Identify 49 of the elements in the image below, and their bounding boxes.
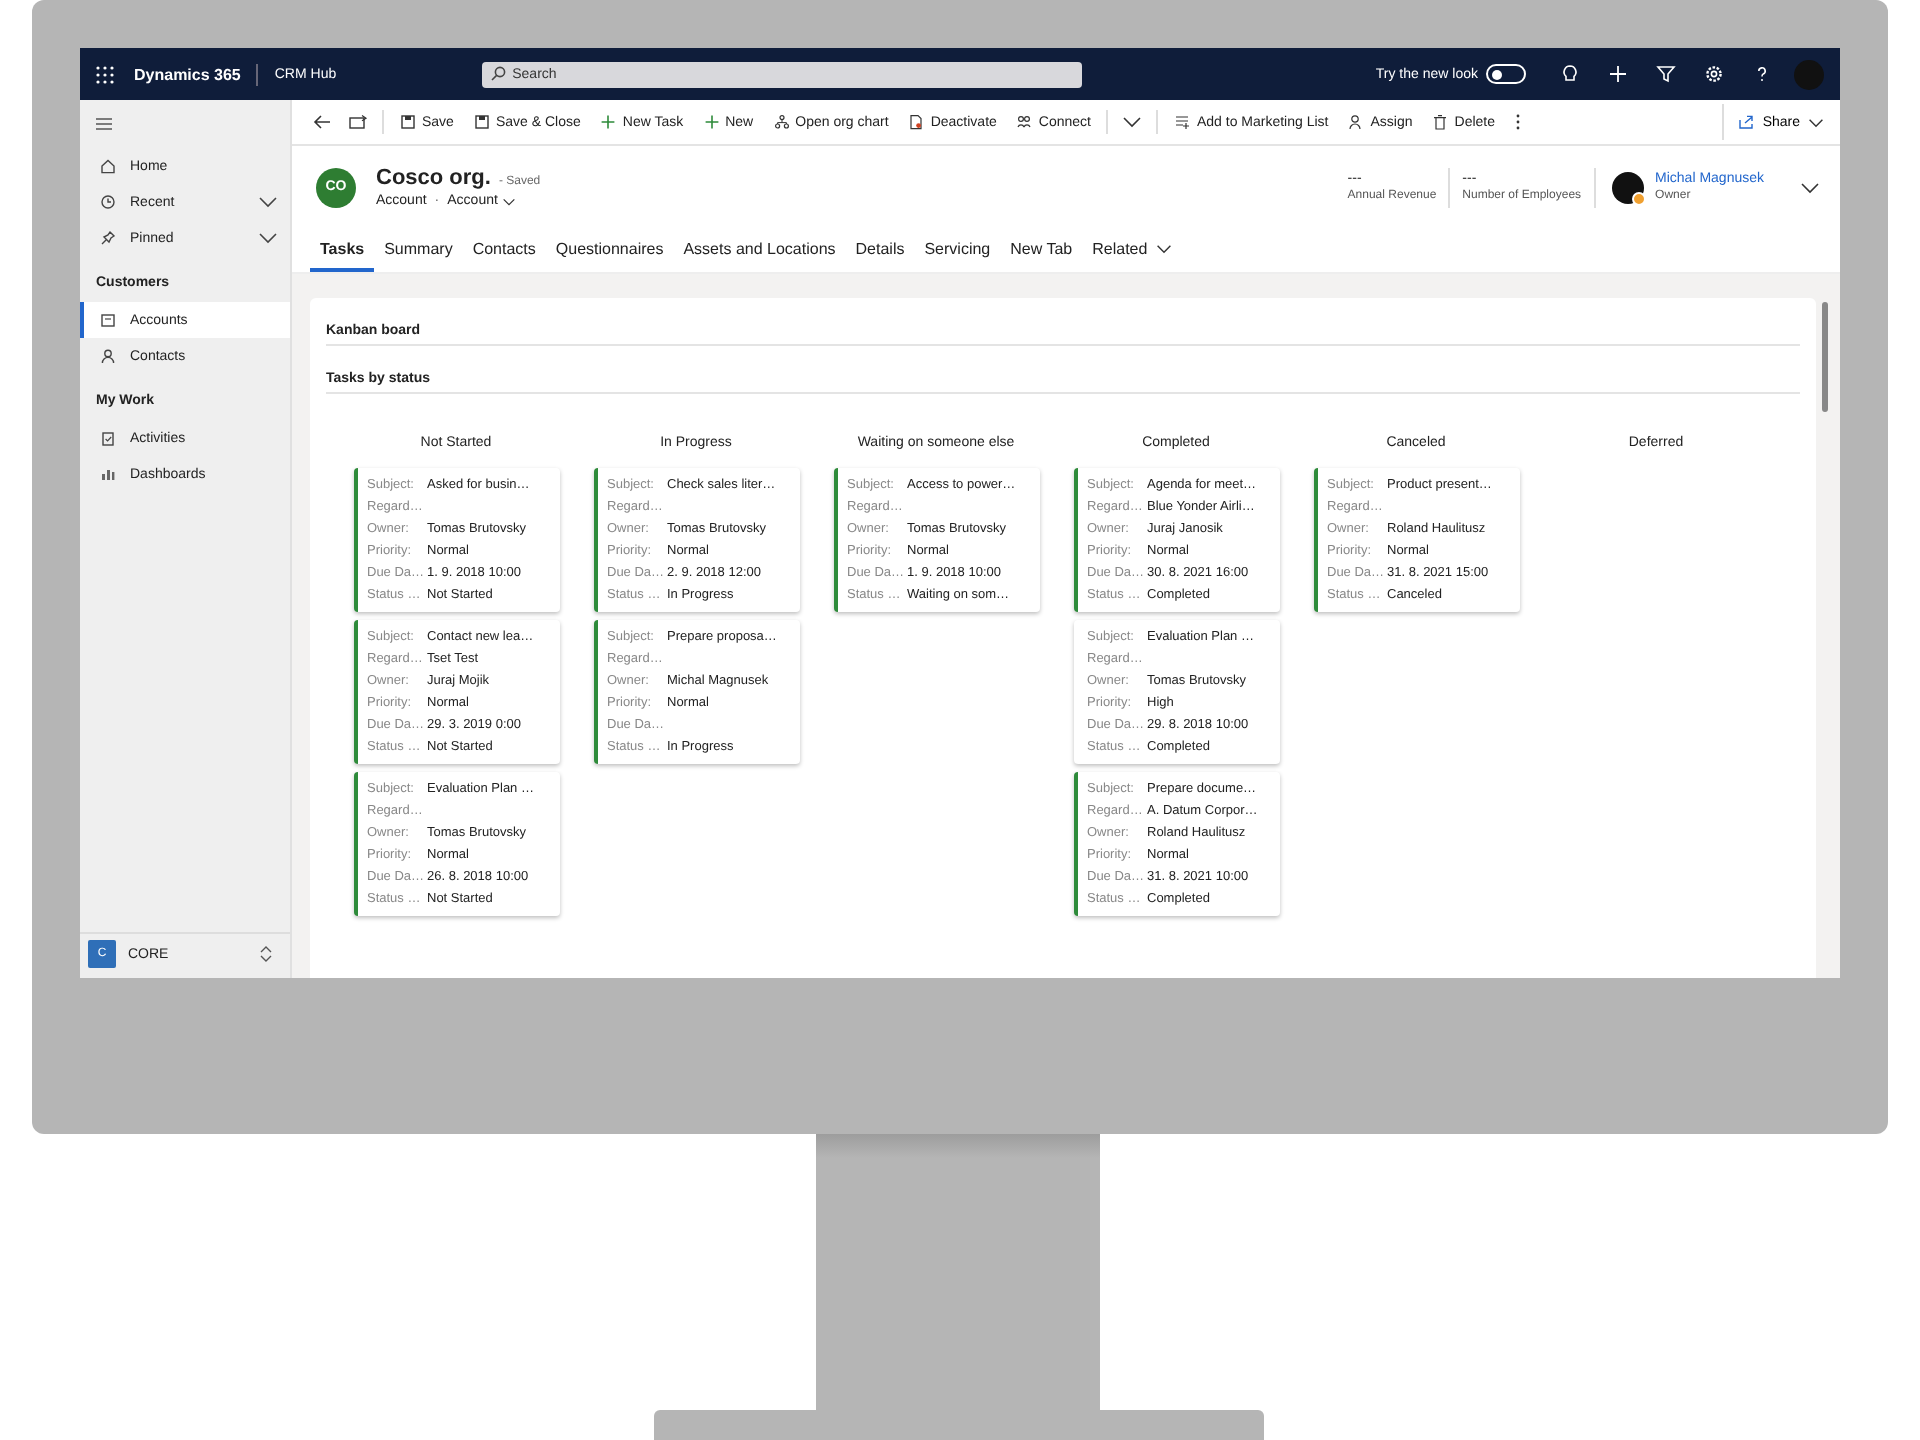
clock-icon <box>100 194 116 210</box>
lightbulb-icon[interactable] <box>1560 64 1580 84</box>
save-close-icon <box>473 114 490 130</box>
up-down-chevron-icon <box>258 944 274 964</box>
menu-icon[interactable] <box>94 116 114 132</box>
chevron-down-icon <box>501 197 516 205</box>
plus-icon <box>703 114 720 130</box>
chevron-down-icon[interactable] <box>1800 181 1820 193</box>
org-chart-icon <box>773 114 790 130</box>
save-icon <box>400 114 416 130</box>
tab[interactable]: Questionnaires <box>545 228 674 272</box>
chevron-down-icon <box>1808 117 1824 127</box>
tab[interactable]: Summary <box>374 228 463 272</box>
tab[interactable]: Contacts <box>462 228 546 272</box>
tab[interactable]: Details <box>845 228 915 272</box>
chevron-down-icon <box>258 232 278 244</box>
tab[interactable]: Assets and Locations <box>673 228 846 272</box>
person-icon <box>1348 114 1365 130</box>
scrollbar-thumb[interactable] <box>1821 302 1827 412</box>
tab[interactable]: Servicing <box>914 228 1001 272</box>
record-name: Cosco org. <box>376 166 491 190</box>
settings-icon[interactable] <box>1704 64 1724 84</box>
search-icon <box>490 66 507 82</box>
plus-icon[interactable] <box>1608 64 1628 84</box>
filter-icon[interactable] <box>1656 64 1676 84</box>
plus-icon <box>600 114 617 130</box>
chevron-down-icon <box>1155 243 1172 253</box>
back-arrow-icon[interactable] <box>312 114 332 130</box>
new-look-toggle[interactable] <box>1486 64 1526 84</box>
trash-icon <box>1432 114 1449 130</box>
more-icon[interactable] <box>1513 112 1521 132</box>
clipboard-icon <box>100 430 116 446</box>
app-launcher-icon[interactable] <box>96 65 114 83</box>
card-icon <box>100 312 116 328</box>
chevron-down-icon <box>258 196 278 208</box>
chevron-down-icon[interactable] <box>1122 116 1143 128</box>
list-icon <box>1174 114 1191 130</box>
person-icon <box>100 348 116 364</box>
app-name[interactable]: Dynamics 365 <box>134 65 241 83</box>
home-icon <box>100 158 116 174</box>
tab[interactable]: Related <box>1082 228 1182 272</box>
popout-icon[interactable] <box>348 114 368 130</box>
pin-icon <box>100 230 116 246</box>
document-icon <box>908 114 925 130</box>
dashboard-icon <box>100 466 116 482</box>
tab[interactable]: New Tab <box>1000 228 1083 272</box>
people-icon <box>1016 114 1033 130</box>
share-icon <box>1738 114 1755 130</box>
owner-avatar <box>1611 171 1644 203</box>
